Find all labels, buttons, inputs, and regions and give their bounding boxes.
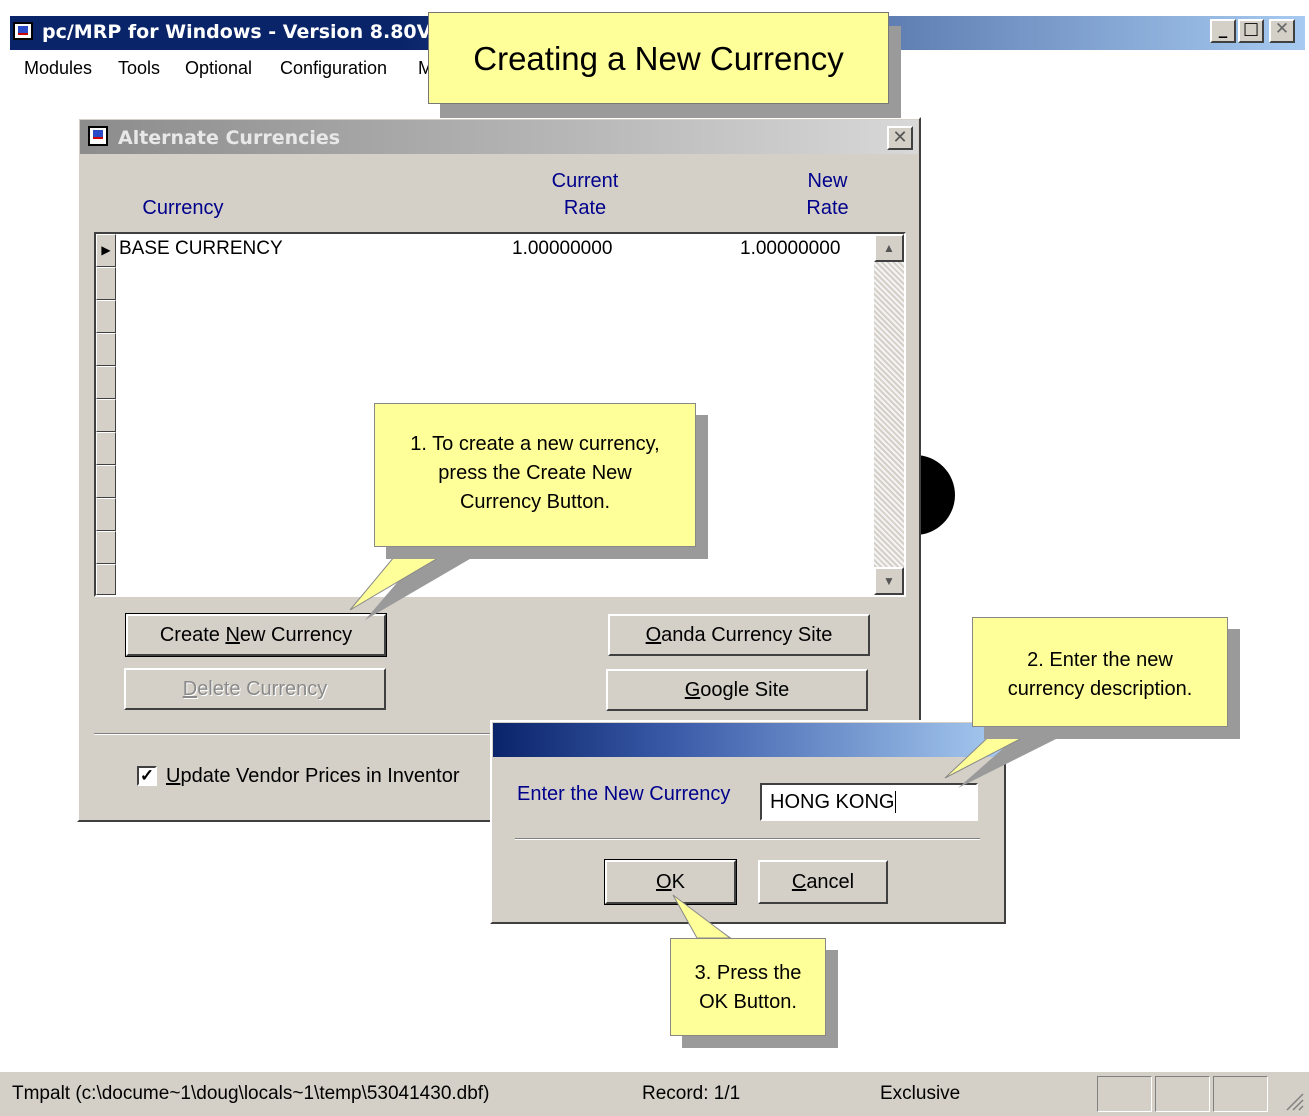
callout-step-3: 3. Press the OK Button. [670, 938, 826, 1036]
status-panel [1097, 1076, 1152, 1112]
callout-step-1: 1. To create a new currency, press the C… [374, 403, 696, 547]
status-panel [1155, 1076, 1210, 1112]
status-panel [1213, 1076, 1268, 1112]
status-mode: Exclusive [880, 1083, 961, 1104]
callout-step-2: 2. Enter the new currency description. [972, 617, 1228, 727]
status-file: Tmpalt (c:\docume~1\doug\locals~1\temp\5… [12, 1083, 490, 1104]
resize-grip-icon[interactable] [1283, 1090, 1305, 1112]
callout-pointers [349, 544, 1058, 947]
status-record: Record: 1/1 [642, 1083, 741, 1104]
